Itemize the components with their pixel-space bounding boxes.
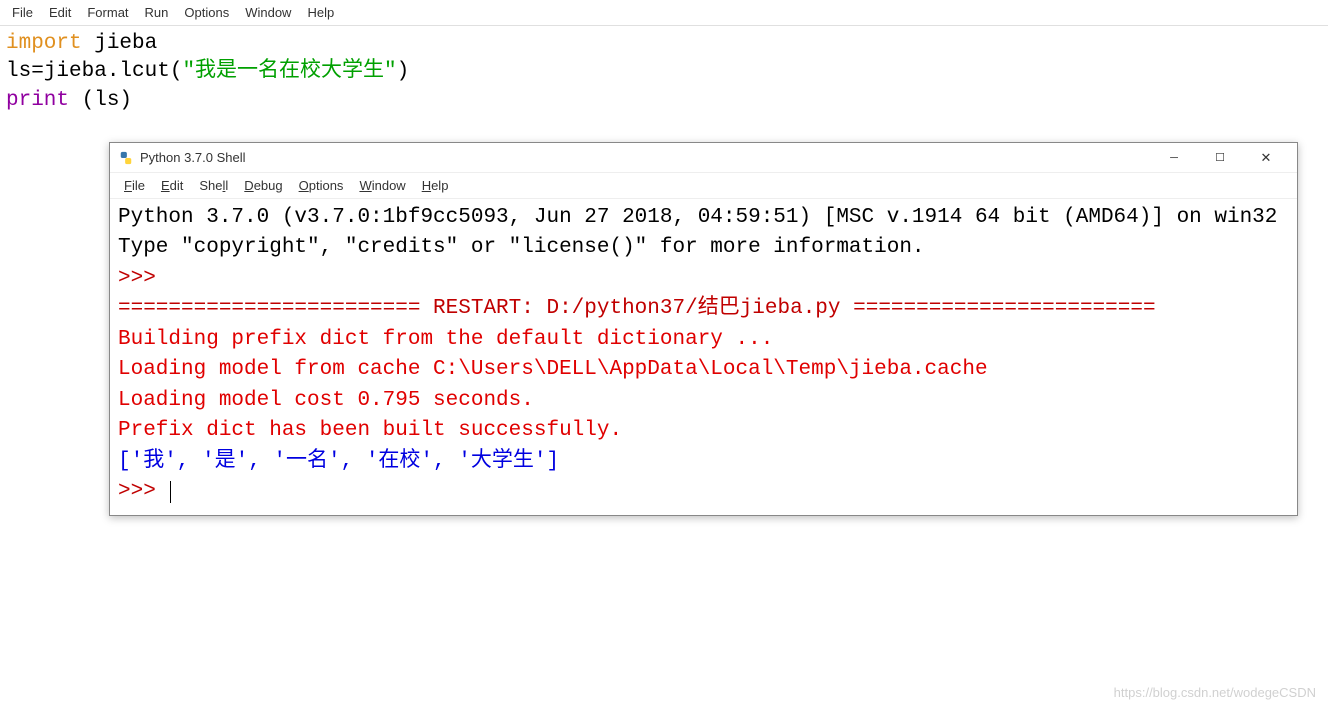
restart-line: ======================== RESTART: D:/pyt…	[118, 297, 1156, 320]
keyword-import: import	[6, 32, 82, 55]
shell-menu-file[interactable]: File	[118, 176, 151, 195]
code-text: (ls)	[69, 89, 132, 112]
cursor-caret	[170, 481, 171, 503]
menu-run[interactable]: Run	[139, 3, 175, 22]
shell-menu-shell[interactable]: Shell	[193, 176, 234, 195]
editor-menubar: File Edit Format Run Options Window Help	[0, 0, 1328, 26]
menu-window[interactable]: Window	[239, 3, 297, 22]
shell-prompt: >>>	[118, 480, 168, 503]
shell-menu-window[interactable]: Window	[353, 176, 411, 195]
window-controls: ─ ☐ ✕	[1151, 143, 1289, 173]
close-button[interactable]: ✕	[1243, 143, 1289, 173]
shell-prompt: >>>	[118, 267, 168, 290]
titlebar[interactable]: Python 3.7.0 Shell ─ ☐ ✕	[110, 143, 1297, 173]
minimize-button[interactable]: ─	[1151, 143, 1197, 173]
shell-output[interactable]: Python 3.7.0 (v3.7.0:1bf9cc5093, Jun 27 …	[110, 199, 1297, 515]
window-title: Python 3.7.0 Shell	[140, 150, 1151, 165]
shell-menubar: File Edit Shell Debug Options Window Hel…	[110, 173, 1297, 199]
menu-options[interactable]: Options	[178, 3, 235, 22]
menu-edit[interactable]: Edit	[43, 3, 77, 22]
menu-help[interactable]: Help	[301, 3, 340, 22]
code-text: )	[397, 60, 410, 83]
keyword-print: print	[6, 89, 69, 112]
menu-file[interactable]: File	[6, 3, 39, 22]
shell-menu-options[interactable]: Options	[293, 176, 350, 195]
code-text: ls=jieba.lcut(	[6, 60, 182, 83]
stdout-output: ['我', '是', '一名', '在校', '大学生']	[118, 450, 559, 473]
shell-menu-edit[interactable]: Edit	[155, 176, 189, 195]
watermark: https://blog.csdn.net/wodegeCSDN	[1114, 685, 1316, 700]
code-text: jieba	[82, 32, 158, 55]
menu-format[interactable]: Format	[81, 3, 134, 22]
shell-banner: Python 3.7.0 (v3.7.0:1bf9cc5093, Jun 27 …	[118, 206, 1277, 259]
shell-window: Python 3.7.0 Shell ─ ☐ ✕ File Edit Shell…	[109, 142, 1298, 516]
string-literal: "我是一名在校大学生"	[182, 60, 396, 83]
python-icon	[118, 150, 134, 166]
maximize-button[interactable]: ☐	[1197, 143, 1243, 173]
stderr-output: Building prefix dict from the default di…	[118, 328, 988, 442]
code-editor[interactable]: import jieba ls=jieba.lcut("我是一名在校大学生") …	[0, 26, 1328, 119]
shell-menu-help[interactable]: Help	[416, 176, 455, 195]
shell-menu-debug[interactable]: Debug	[238, 176, 288, 195]
